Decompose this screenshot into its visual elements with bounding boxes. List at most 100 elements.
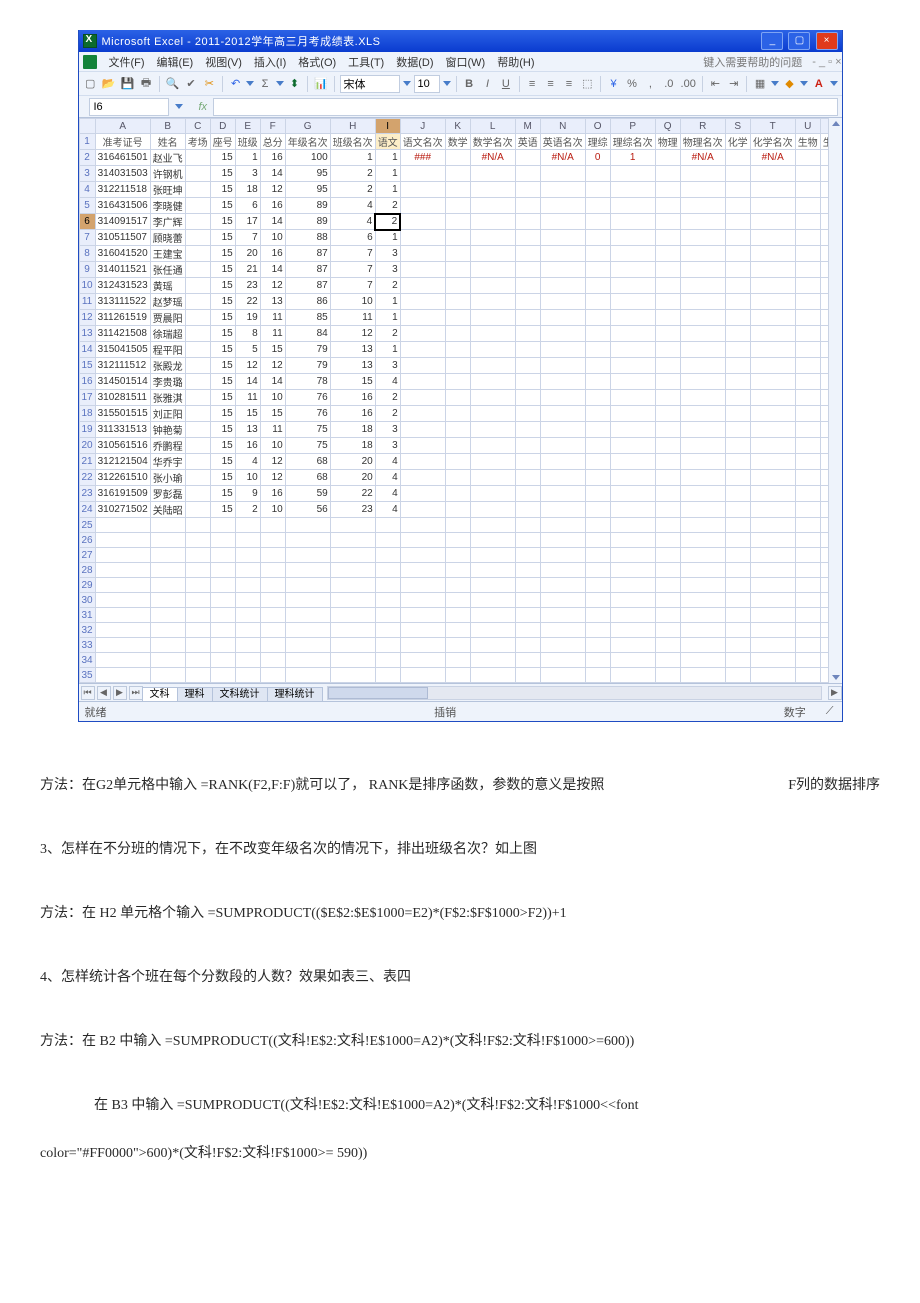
- cell[interactable]: [515, 454, 540, 470]
- cell[interactable]: [750, 406, 795, 422]
- cell[interactable]: [540, 390, 585, 406]
- vertical-scrollbar[interactable]: [828, 118, 842, 683]
- cell[interactable]: [185, 422, 210, 438]
- cell[interactable]: 315501515: [95, 406, 150, 422]
- cell[interactable]: [445, 623, 470, 638]
- cell[interactable]: [185, 638, 210, 653]
- column-header[interactable]: U: [795, 119, 820, 134]
- header-cell[interactable]: 语文名次: [400, 134, 445, 150]
- header-cell[interactable]: 化学名次: [750, 134, 795, 150]
- cell[interactable]: [585, 230, 610, 246]
- cell[interactable]: [725, 390, 750, 406]
- column-header[interactable]: N: [540, 119, 585, 134]
- cell[interactable]: [540, 623, 585, 638]
- cell[interactable]: [655, 653, 680, 668]
- cell[interactable]: [185, 358, 210, 374]
- cell[interactable]: [330, 593, 375, 608]
- cell[interactable]: [725, 358, 750, 374]
- cell[interactable]: 刘正阳: [150, 406, 185, 422]
- cell[interactable]: 311261519: [95, 310, 150, 326]
- cell[interactable]: [750, 593, 795, 608]
- cell[interactable]: 85: [285, 310, 330, 326]
- cell[interactable]: [680, 608, 725, 623]
- cell[interactable]: [540, 214, 585, 230]
- cell[interactable]: 4: [330, 198, 375, 214]
- header-cell[interactable]: 考场: [185, 134, 210, 150]
- cell[interactable]: 张小瑜: [150, 470, 185, 486]
- cell[interactable]: [540, 533, 585, 548]
- maximize-button[interactable]: ▢: [788, 32, 810, 50]
- cell[interactable]: [725, 182, 750, 198]
- cell[interactable]: [680, 342, 725, 358]
- cell[interactable]: [820, 342, 827, 358]
- cell[interactable]: 2: [375, 278, 400, 294]
- cell[interactable]: [185, 150, 210, 166]
- undo-dropdown-icon[interactable]: [246, 81, 254, 89]
- cell[interactable]: [585, 638, 610, 653]
- minimize-button[interactable]: _: [761, 32, 783, 50]
- cell[interactable]: 16: [330, 406, 375, 422]
- cell[interactable]: 15: [330, 374, 375, 390]
- cell[interactable]: [795, 262, 820, 278]
- cell[interactable]: [820, 638, 827, 653]
- header-cell[interactable]: 英语名次: [540, 134, 585, 150]
- cell[interactable]: [820, 668, 827, 683]
- cell[interactable]: 312121504: [95, 454, 150, 470]
- cell[interactable]: [95, 608, 150, 623]
- cell[interactable]: [680, 262, 725, 278]
- cell[interactable]: 15: [210, 230, 235, 246]
- cell[interactable]: 12: [260, 278, 285, 294]
- cell[interactable]: [585, 623, 610, 638]
- cell[interactable]: 18: [330, 422, 375, 438]
- row-header[interactable]: 2: [79, 150, 95, 166]
- row-header[interactable]: 27: [79, 548, 95, 563]
- cell[interactable]: [820, 262, 827, 278]
- cell[interactable]: 乔鹏程: [150, 438, 185, 454]
- header-cell[interactable]: 姓名: [150, 134, 185, 150]
- cell[interactable]: [400, 668, 445, 683]
- cell[interactable]: [260, 548, 285, 563]
- cell[interactable]: 59: [285, 486, 330, 502]
- cell[interactable]: 20: [330, 470, 375, 486]
- cell[interactable]: [150, 653, 185, 668]
- cell[interactable]: 3: [375, 246, 400, 262]
- cell[interactable]: [185, 198, 210, 214]
- fx-icon[interactable]: fx: [199, 101, 208, 113]
- row-header[interactable]: 35: [79, 668, 95, 683]
- cell[interactable]: [655, 278, 680, 294]
- cell[interactable]: [285, 563, 330, 578]
- cell[interactable]: [400, 653, 445, 668]
- cell[interactable]: [750, 638, 795, 653]
- cell[interactable]: [795, 608, 820, 623]
- cell[interactable]: [680, 246, 725, 262]
- cell[interactable]: [445, 230, 470, 246]
- cell[interactable]: [820, 578, 827, 593]
- cell[interactable]: [375, 623, 400, 638]
- cell[interactable]: [585, 310, 610, 326]
- cell[interactable]: [470, 310, 515, 326]
- column-header[interactable]: M: [515, 119, 540, 134]
- cell[interactable]: 15: [210, 502, 235, 518]
- cell[interactable]: [585, 470, 610, 486]
- cell[interactable]: [795, 182, 820, 198]
- cell[interactable]: [820, 470, 827, 486]
- cell[interactable]: [515, 214, 540, 230]
- cell[interactable]: [655, 230, 680, 246]
- cell[interactable]: 15: [235, 406, 260, 422]
- cell[interactable]: [610, 470, 655, 486]
- row-header[interactable]: 25: [79, 518, 95, 533]
- cell[interactable]: [680, 230, 725, 246]
- cell[interactable]: [750, 278, 795, 294]
- cell[interactable]: [210, 533, 235, 548]
- cell[interactable]: [400, 390, 445, 406]
- cell[interactable]: [445, 358, 470, 374]
- cell[interactable]: 20: [330, 454, 375, 470]
- cell[interactable]: [285, 518, 330, 533]
- cell[interactable]: [610, 668, 655, 683]
- cell[interactable]: [445, 593, 470, 608]
- column-header[interactable]: K: [445, 119, 470, 134]
- cell[interactable]: [540, 422, 585, 438]
- cell[interactable]: [445, 563, 470, 578]
- cell[interactable]: [750, 326, 795, 342]
- cell[interactable]: [375, 533, 400, 548]
